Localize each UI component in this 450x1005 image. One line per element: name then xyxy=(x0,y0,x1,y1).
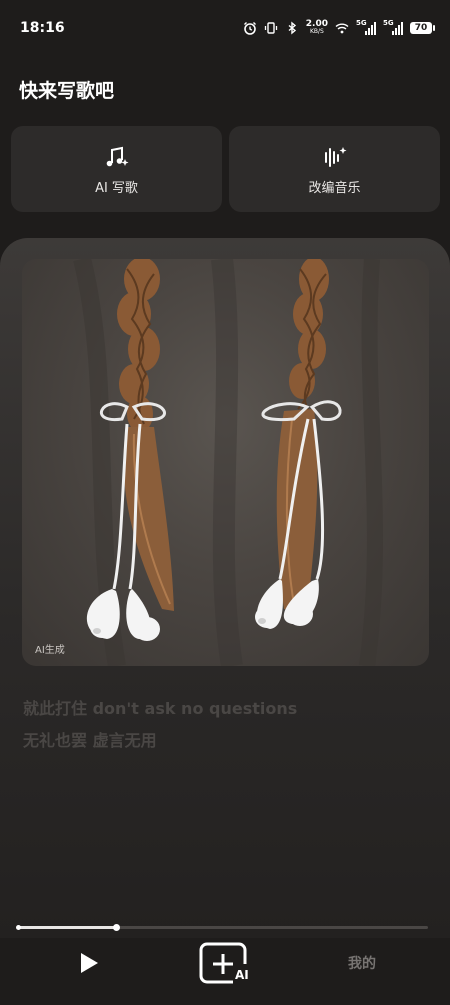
braids-earphones-image xyxy=(73,259,383,666)
playback-progress-slider[interactable] xyxy=(16,924,428,931)
progress-fill xyxy=(17,926,116,929)
bottom-nav: AI 我的 xyxy=(0,940,450,1005)
progress-thumb[interactable] xyxy=(112,924,120,931)
feature-cards: AI 写歌 改编音乐 xyxy=(11,126,440,212)
feature-label: 改编音乐 xyxy=(308,180,361,196)
waveform-sparkle-icon xyxy=(324,146,346,167)
play-button[interactable] xyxy=(74,948,104,978)
feature-label: AI 写歌 xyxy=(95,180,138,196)
ai-write-song-button[interactable]: AI 写歌 xyxy=(11,126,222,212)
signal-icon: 5G xyxy=(356,19,376,35)
remix-music-button[interactable]: 改编音乐 xyxy=(229,126,440,212)
ai-generated-tag: AI生成 xyxy=(35,645,65,656)
wifi-icon xyxy=(335,21,349,35)
net-speed: 2.00 KB/S xyxy=(306,20,328,36)
lyric-line: 就此打住 don't ask no questions xyxy=(23,699,298,718)
status-bar: 18:16 2.00 KB/S 5G 5G 70 xyxy=(0,0,450,56)
play-icon xyxy=(81,953,98,973)
page-title: 快来写歌吧 xyxy=(19,80,115,102)
alarm-icon xyxy=(243,21,257,35)
song-cover-image[interactable] xyxy=(22,259,429,666)
progress-start-dot xyxy=(16,925,21,930)
net-speed-unit: KB/S xyxy=(309,28,324,35)
signal-icon-2: 5G xyxy=(383,19,403,35)
lyric-line: 无礼也罢 虚言无用 xyxy=(23,731,157,750)
bluetooth-icon xyxy=(285,21,299,35)
ai-badge: AI xyxy=(235,968,249,982)
nav-tab-mine[interactable]: 我的 xyxy=(348,953,376,973)
music-note-sparkle-icon xyxy=(106,146,128,166)
battery-icon: 70 xyxy=(410,22,435,34)
status-time: 18:16 xyxy=(20,20,65,36)
net-speed-value: 2.00 xyxy=(305,19,328,29)
create-ai-song-button[interactable]: AI xyxy=(199,942,253,986)
vibrate-icon xyxy=(264,21,278,35)
status-icons: 2.00 KB/S 5G 5G 70 xyxy=(243,19,435,36)
